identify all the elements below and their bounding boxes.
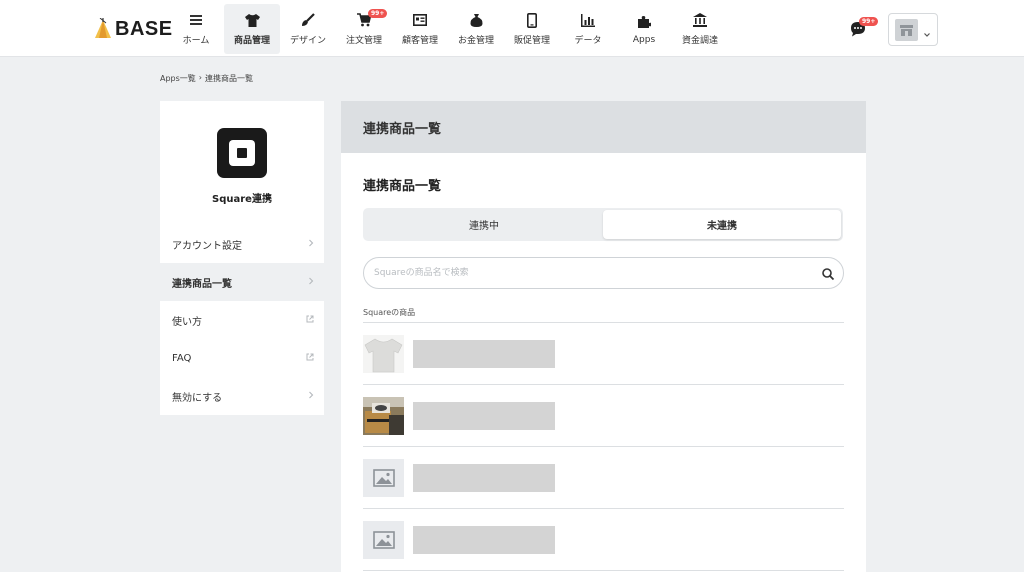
app-side-panel: Square連携 アカウント設定 連携商品一覧 使い方 FAQ 無効にする <box>160 101 324 415</box>
money-bag-icon <box>468 12 484 28</box>
product-name-redacted <box>413 402 555 430</box>
chevron-right-icon <box>308 391 314 402</box>
product-row[interactable] <box>363 385 844 447</box>
square-logo-icon <box>217 128 267 178</box>
product-name-redacted <box>413 526 555 554</box>
nav-label: 顧客管理 <box>401 36 438 46</box>
message-count-badge: 99+ <box>859 17 879 26</box>
brush-icon <box>300 12 316 28</box>
link-status-tabs: 連携中 未連携 <box>363 208 843 241</box>
chevron-right-icon <box>308 239 314 250</box>
product-row[interactable] <box>363 509 844 571</box>
product-row[interactable] <box>363 447 844 509</box>
nav-label: 注文管理 <box>345 36 382 46</box>
shop-switcher-button[interactable] <box>888 13 938 46</box>
tshirt-icon <box>244 12 260 28</box>
nav-item-customers[interactable]: 顧客管理 <box>392 4 448 54</box>
nav-item-funding[interactable]: 資金調達 <box>672 4 728 54</box>
page-title: 連携商品一覧 <box>363 179 442 194</box>
external-link-icon <box>306 353 314 364</box>
side-item-label: 使い方 <box>172 316 202 328</box>
search-input[interactable] <box>374 265 794 281</box>
breadcrumb: Apps一覧 › 連携商品一覧 <box>160 73 253 84</box>
nav-label: データ <box>574 36 602 46</box>
store-icon <box>900 24 913 36</box>
nav-item-products[interactable]: 商品管理 <box>224 4 280 54</box>
nav-item-design[interactable]: デザイン <box>280 4 336 54</box>
breadcrumb-apps-link[interactable]: Apps一覧 <box>160 73 196 84</box>
nav-label: お金管理 <box>457 36 494 46</box>
linked-products-panel: 連携商品一覧 連携商品一覧 連携中 未連携 Squareの商品 <box>341 101 866 572</box>
product-list <box>363 322 844 571</box>
nav-item-money[interactable]: お金管理 <box>448 4 504 54</box>
product-row[interactable] <box>363 323 844 385</box>
nav-item-home[interactable]: ホーム <box>168 4 224 54</box>
smartphone-icon <box>524 12 540 28</box>
logo-text: BASE <box>115 17 173 40</box>
bank-icon <box>692 12 708 28</box>
product-name-redacted <box>413 340 555 368</box>
nav-item-data[interactable]: データ <box>560 4 616 54</box>
side-item-label: 無効にする <box>172 392 223 404</box>
product-name-redacted <box>413 464 555 492</box>
chevron-right-icon <box>308 277 314 288</box>
side-item-label: 連携商品一覧 <box>172 278 232 290</box>
panel-header: 連携商品一覧 <box>341 101 866 153</box>
puzzle-icon <box>636 14 652 30</box>
image-placeholder-icon <box>363 459 404 497</box>
nav-menu: ホーム 商品管理 デザイン 99+ 注文管理 顧客管理 お金管理 販促管理 デー… <box>168 4 728 54</box>
nav-label: デザイン <box>289 36 326 46</box>
nav-item-apps[interactable]: Apps <box>616 4 672 54</box>
tab-linked[interactable]: 連携中 <box>365 210 603 239</box>
product-list-label: Squareの商品 <box>363 308 416 317</box>
nav-item-orders[interactable]: 99+ 注文管理 <box>336 4 392 54</box>
bar-chart-icon <box>580 12 596 28</box>
messages-button[interactable]: 99+ <box>850 17 879 40</box>
side-item-linked-products[interactable]: 連携商品一覧 <box>160 263 324 301</box>
nav-label: 資金調達 <box>681 36 718 46</box>
nav-label: ホーム <box>182 36 210 46</box>
shop-avatar <box>895 19 918 41</box>
search-icon[interactable] <box>821 266 835 281</box>
tshirt-photo <box>363 335 404 373</box>
side-item-disable[interactable]: 無効にする <box>160 377 324 415</box>
breadcrumb-current: 連携商品一覧 <box>205 74 253 83</box>
side-item-label: FAQ <box>172 352 192 364</box>
top-navigation: BASE ホーム 商品管理 デザイン 99+ 注文管理 顧客管理 お金管理 販促… <box>0 0 1024 57</box>
side-item-how-to-use[interactable]: 使い方 <box>160 301 324 339</box>
breadcrumb-separator: › <box>198 73 202 82</box>
tent-logo-icon <box>94 17 112 40</box>
nav-item-promotion[interactable]: 販促管理 <box>504 4 560 54</box>
product-search-box <box>363 257 844 289</box>
chevron-down-icon <box>923 24 931 43</box>
tab-unlinked[interactable]: 未連携 <box>603 210 841 239</box>
nav-label: 商品管理 <box>233 36 270 46</box>
nav-label: 販促管理 <box>513 36 550 46</box>
side-item-faq[interactable]: FAQ <box>160 339 324 377</box>
side-item-account-settings[interactable]: アカウント設定 <box>160 225 324 263</box>
side-menu: アカウント設定 連携商品一覧 使い方 FAQ 無効にする <box>160 225 324 415</box>
app-title: Square連携 <box>212 194 272 205</box>
base-logo[interactable]: BASE <box>94 16 173 42</box>
panel-header-title: 連携商品一覧 <box>363 121 442 137</box>
side-item-label: アカウント設定 <box>172 240 242 252</box>
nav-label: Apps <box>632 34 656 45</box>
home-list-icon <box>188 12 204 28</box>
external-link-icon <box>306 315 314 326</box>
box-photo <box>363 397 404 435</box>
customer-card-icon <box>412 12 428 28</box>
order-count-badge: 99+ <box>368 9 388 18</box>
image-placeholder-icon <box>363 521 404 559</box>
